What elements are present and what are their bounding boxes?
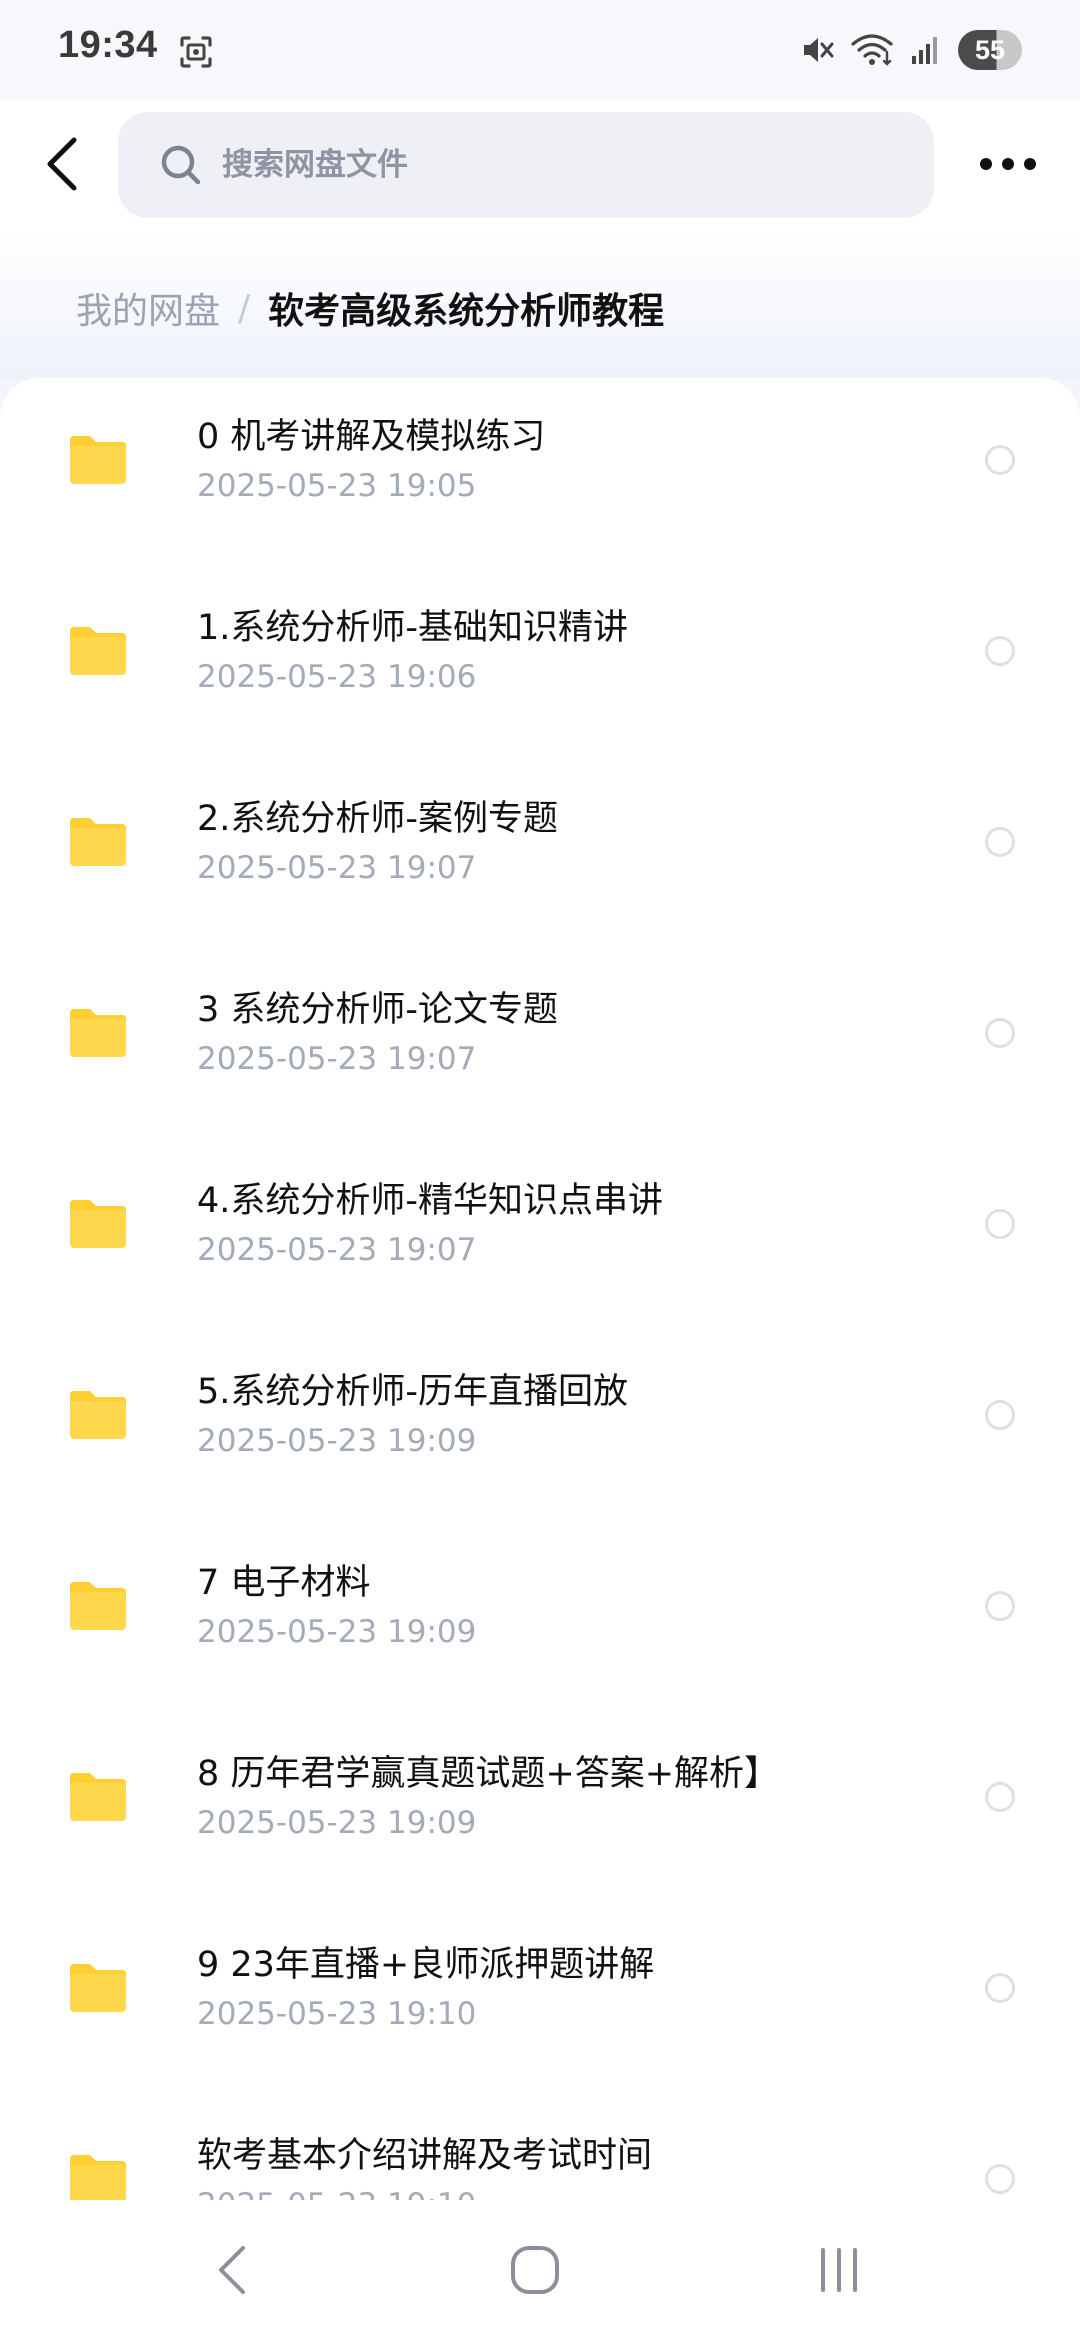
status-bar: 19:34 55 <box>0 0 1080 100</box>
nav-recents-icon <box>821 2248 857 2292</box>
folder-icon <box>70 1582 126 1630</box>
folder-icon <box>70 1964 126 2012</box>
folder-icon <box>70 627 126 675</box>
signal-icon <box>912 37 937 64</box>
folder-icon <box>70 818 126 866</box>
breadcrumb-root[interactable]: 我的网盘 <box>76 282 220 334</box>
status-icons: 55 <box>800 24 1022 76</box>
file-date: 2025-05-23 19:07 <box>197 850 477 886</box>
search-input[interactable]: 搜索网盘文件 <box>118 112 934 218</box>
battery-icon: 55 <box>958 30 1022 70</box>
more-options-button[interactable] <box>966 122 1050 206</box>
file-name: 7 电子材料 <box>197 1563 371 1603</box>
wifi-icon <box>851 34 893 66</box>
file-row[interactable]: 软考基本介绍讲解及考试时间 2025-05-23 19:10 <box>0 2111 1080 2200</box>
back-button[interactable] <box>28 120 96 208</box>
file-date: 2025-05-23 19:07 <box>197 1232 477 1268</box>
file-row[interactable]: 2.系统分析师-案例专题 2025-05-23 19:07 <box>0 774 1080 965</box>
select-checkbox[interactable] <box>985 636 1015 666</box>
file-row[interactable]: 4.系统分析师-精华知识点串讲 2025-05-23 19:07 <box>0 1156 1080 1347</box>
file-name: 8 历年君学赢真题试题+答案+解析】 <box>197 1754 780 1794</box>
file-name: 5.系统分析师-历年直播回放 <box>197 1372 629 1412</box>
file-list: 0 机考讲解及模拟练习 2025-05-23 19:05 1.系统分析师-基础知识精… <box>0 378 1080 2200</box>
select-checkbox[interactable] <box>985 1591 1015 1621</box>
folder-icon <box>70 1391 126 1439</box>
folder-icon <box>70 436 126 484</box>
breadcrumb-separator: / <box>238 287 251 329</box>
file-name: 3 系统分析师-论文专题 <box>197 990 559 1030</box>
folder-icon <box>70 1009 126 1057</box>
breadcrumb-current: 软考高级系统分析师教程 <box>268 291 665 332</box>
nav-back-button[interactable] <box>188 2230 278 2310</box>
nav-home-icon <box>511 2246 559 2294</box>
file-name: 2.系统分析师-案例专题 <box>197 799 559 839</box>
file-date: 2025-05-23 19:10 <box>197 2187 476 2200</box>
select-checkbox[interactable] <box>985 2164 1015 2194</box>
file-row[interactable]: 5.系统分析师-历年直播回放 2025-05-23 19:09 <box>0 1347 1080 1538</box>
file-name: 软考基本介绍讲解及考试时间 <box>197 2136 653 2176</box>
chevron-left-icon <box>47 137 77 191</box>
file-row[interactable]: 1.系统分析师-基础知识精讲 2025-05-23 19:06 <box>0 583 1080 774</box>
breadcrumb: 我的网盘 / 软考高级系统分析师教程 <box>0 230 1080 380</box>
file-name: 1.系统分析师-基础知识精讲 <box>197 608 629 648</box>
file-date: 2025-05-23 19:09 <box>197 1805 477 1841</box>
status-time: 19:34 <box>58 24 158 66</box>
file-name: 4.系统分析师-精华知识点串讲 <box>197 1181 664 1221</box>
nav-home-button[interactable] <box>490 2230 580 2310</box>
file-date: 2025-05-23 19:05 <box>197 468 477 504</box>
more-dots-icon <box>980 158 1036 170</box>
file-name: 9 23年直播+良师派押题讲解 <box>197 1945 655 1985</box>
file-date: 2025-05-23 19:10 <box>197 1996 477 2032</box>
file-date: 2025-05-23 19:06 <box>197 659 477 695</box>
folder-icon <box>70 1200 126 1248</box>
file-row[interactable]: 0 机考讲解及模拟练习 2025-05-23 19:05 <box>0 392 1080 583</box>
file-row[interactable]: 7 电子材料 2025-05-23 19:09 <box>0 1538 1080 1729</box>
file-name: 0 机考讲解及模拟练习 <box>197 417 546 457</box>
top-toolbar: 搜索网盘文件 <box>0 100 1080 230</box>
mute-icon <box>804 38 834 62</box>
file-date: 2025-05-23 19:09 <box>197 1614 477 1650</box>
select-checkbox[interactable] <box>985 1018 1015 1048</box>
file-date: 2025-05-23 19:07 <box>197 1041 477 1077</box>
file-row[interactable]: 9 23年直播+良师派押题讲解 2025-05-23 19:10 <box>0 1920 1080 2111</box>
select-checkbox[interactable] <box>985 1209 1015 1239</box>
system-nav-bar <box>0 2200 1080 2340</box>
folder-icon <box>70 2155 126 2200</box>
search-icon <box>161 145 201 185</box>
battery-level: 55 <box>974 34 1006 65</box>
breadcrumb-path: 我的网盘 / 软考高级系统分析师教程 <box>76 282 664 334</box>
nav-recents-button[interactable] <box>794 2230 884 2310</box>
file-date: 2025-05-23 19:09 <box>197 1423 477 1459</box>
file-row[interactable]: 3 系统分析师-论文专题 2025-05-23 19:07 <box>0 965 1080 1156</box>
nav-back-icon <box>219 2246 245 2294</box>
select-checkbox[interactable] <box>985 445 1015 475</box>
select-checkbox[interactable] <box>985 1973 1015 2003</box>
file-row[interactable]: 8 历年君学赢真题试题+答案+解析】 2025-05-23 19:09 <box>0 1729 1080 1920</box>
select-checkbox[interactable] <box>985 1782 1015 1812</box>
select-checkbox[interactable] <box>985 1400 1015 1430</box>
screenshot-icon <box>180 36 212 68</box>
select-checkbox[interactable] <box>985 827 1015 857</box>
folder-icon <box>70 1773 126 1821</box>
search-placeholder: 搜索网盘文件 <box>222 147 408 183</box>
